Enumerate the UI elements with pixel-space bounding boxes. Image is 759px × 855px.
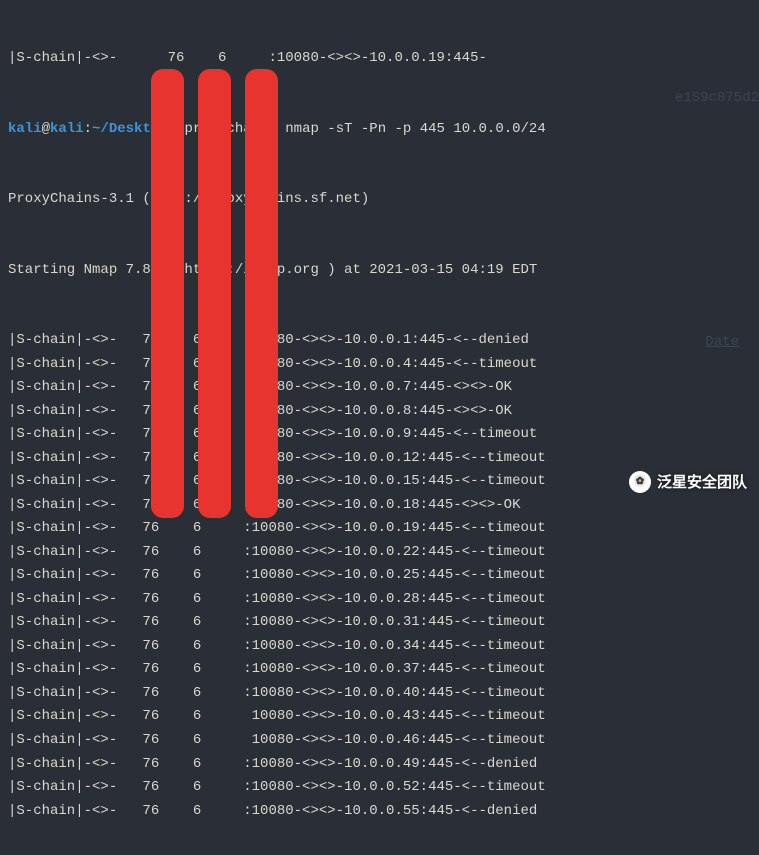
prompt-colon: : (84, 121, 92, 137)
scan-line: |S-chain|-<>- 76 6 :10080-<><>-10.0.0.19… (8, 517, 751, 541)
proxychains-version: ProxyChains-3.1 (http://proxychains.sf.n… (8, 188, 751, 212)
watermark: ✿ 泛星安全团队 (629, 470, 747, 495)
scan-line: |S-chain|-<>- 76 6 :10080-<><>-10.0.0.52… (8, 776, 751, 800)
watermark-icon: ✿ (629, 471, 651, 493)
terminal-output[interactable]: |S-chain|-<>- 76 6 :10080-<><>-10.0.0.19… (0, 0, 759, 855)
prompt-at: @ (42, 121, 50, 137)
scan-line: |S-chain|-<>- 76 6 :10080-<><>-10.0.0.55… (8, 800, 751, 824)
scan-line: |S-chain|-<>- 76 6 :10080-<><>-10.0.0.40… (8, 682, 751, 706)
watermark-text: 泛星安全团队 (657, 470, 747, 495)
scan-line: |S-chain|-<>- 76 6 :10080-<><>-10.0.0.22… (8, 541, 751, 565)
redaction-overlay (151, 69, 281, 518)
prompt-host: kali (50, 121, 84, 137)
scan-line: |S-chain|-<>- 76 6 :10080-<><>-10.0.0.8:… (8, 400, 751, 424)
scan-line: |S-chain|-<>- 76 6 :10080-<><>-10.0.0.49… (8, 753, 751, 777)
scan-line: |S-chain|-<>- 76 6 :10080-<><>-10.0.0.4:… (8, 353, 751, 377)
scan-line: |S-chain|-<>- 76 6 :10080-<><>-10.0.0.7:… (8, 376, 751, 400)
prompt-user: kali (8, 121, 42, 137)
scan-line: |S-chain|-<>- 76 6 10080-<><>-10.0.0.43:… (8, 705, 751, 729)
redaction-bar (151, 69, 184, 518)
redaction-bar (198, 69, 231, 518)
partial-top-line: |S-chain|-<>- 76 6 :10080-<><>-10.0.0.19… (8, 47, 751, 71)
nmap-start-line: Starting Nmap 7.80 ( https://nmap.org ) … (8, 259, 751, 283)
scan-line: |S-chain|-<>- 76 6 :10080-<><>-10.0.0.31… (8, 611, 751, 635)
redaction-bar (245, 69, 278, 518)
scan-output-block: |S-chain|-<>- 76 6 :10080-<><>-10.0.0.1:… (8, 329, 751, 823)
scan-line: |S-chain|-<>- 76 6 :10080-<><>-10.0.0.1:… (8, 329, 751, 353)
scan-line: |S-chain|-<>- 76 6 :10080-<><>-10.0.0.34… (8, 635, 751, 659)
scan-line: |S-chain|-<>- 76 6 :10080-<><>-10.0.0.9:… (8, 423, 751, 447)
prompt-line: kali@kali:~/Desktop$ proxychains nmap -s… (8, 118, 751, 142)
scan-line: |S-chain|-<>- 76 6 :10080-<><>-10.0.0.18… (8, 494, 751, 518)
scan-line: |S-chain|-<>- 76 6 :10080-<><>-10.0.0.25… (8, 564, 751, 588)
scan-line: |S-chain|-<>- 76 6 :10080-<><>-10.0.0.28… (8, 588, 751, 612)
scan-line: |S-chain|-<>- 76 6 10080-<><>-10.0.0.46:… (8, 729, 751, 753)
scan-line: |S-chain|-<>- 76 6 :10080-<><>-10.0.0.12… (8, 447, 751, 471)
scan-line: |S-chain|-<>- 76 6 :10080-<><>-10.0.0.37… (8, 658, 751, 682)
